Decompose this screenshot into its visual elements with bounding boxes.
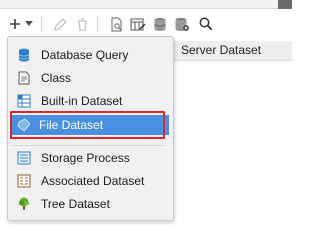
pencil-icon[interactable] xyxy=(50,14,70,34)
class-icon xyxy=(17,71,31,85)
menu-item-tree-dataset[interactable]: Tree Dataset xyxy=(10,193,170,215)
database-icon[interactable] xyxy=(150,14,170,34)
server-dataset-header: Server Dataset xyxy=(174,41,292,61)
menu-item-associated-dataset[interactable]: Associated Dataset xyxy=(10,170,170,192)
menu-item-label: Database Query xyxy=(41,48,129,62)
menu-item-label: Tree Dataset xyxy=(41,197,110,211)
toolbar-separator xyxy=(97,16,98,32)
database-icon xyxy=(17,48,31,62)
top-strip xyxy=(0,0,292,9)
menu-item-class[interactable]: Class xyxy=(10,67,170,89)
storage-process-icon xyxy=(17,151,31,165)
associated-dataset-icon xyxy=(17,174,31,188)
search-icon[interactable] xyxy=(196,14,216,34)
top-strip-corner xyxy=(278,0,292,9)
table-edit-icon[interactable] xyxy=(128,14,148,34)
document-preview-icon[interactable] xyxy=(106,14,126,34)
plus-icon[interactable] xyxy=(8,14,22,34)
toolbar xyxy=(0,9,292,39)
menu-item-built-in-dataset[interactable]: Built-in Dataset xyxy=(10,90,170,112)
toolbar-separator xyxy=(41,16,42,32)
annotation-highlight-box xyxy=(10,111,165,139)
menu-item-label: Built-in Dataset xyxy=(41,94,123,108)
builtin-dataset-icon xyxy=(17,94,31,108)
menu-item-database-query[interactable]: Database Query xyxy=(10,44,170,66)
trash-icon[interactable] xyxy=(72,14,92,34)
menu-item-label: Associated Dataset xyxy=(41,174,145,188)
menu-item-storage-process[interactable]: Storage Process xyxy=(10,147,170,169)
chevron-down-icon[interactable] xyxy=(23,14,35,34)
tree-icon xyxy=(17,197,31,211)
menu-item-label: Class xyxy=(41,71,72,85)
menu-separator xyxy=(10,145,166,146)
menu-item-label: Storage Process xyxy=(41,151,130,165)
database-settings-icon[interactable] xyxy=(172,14,192,34)
